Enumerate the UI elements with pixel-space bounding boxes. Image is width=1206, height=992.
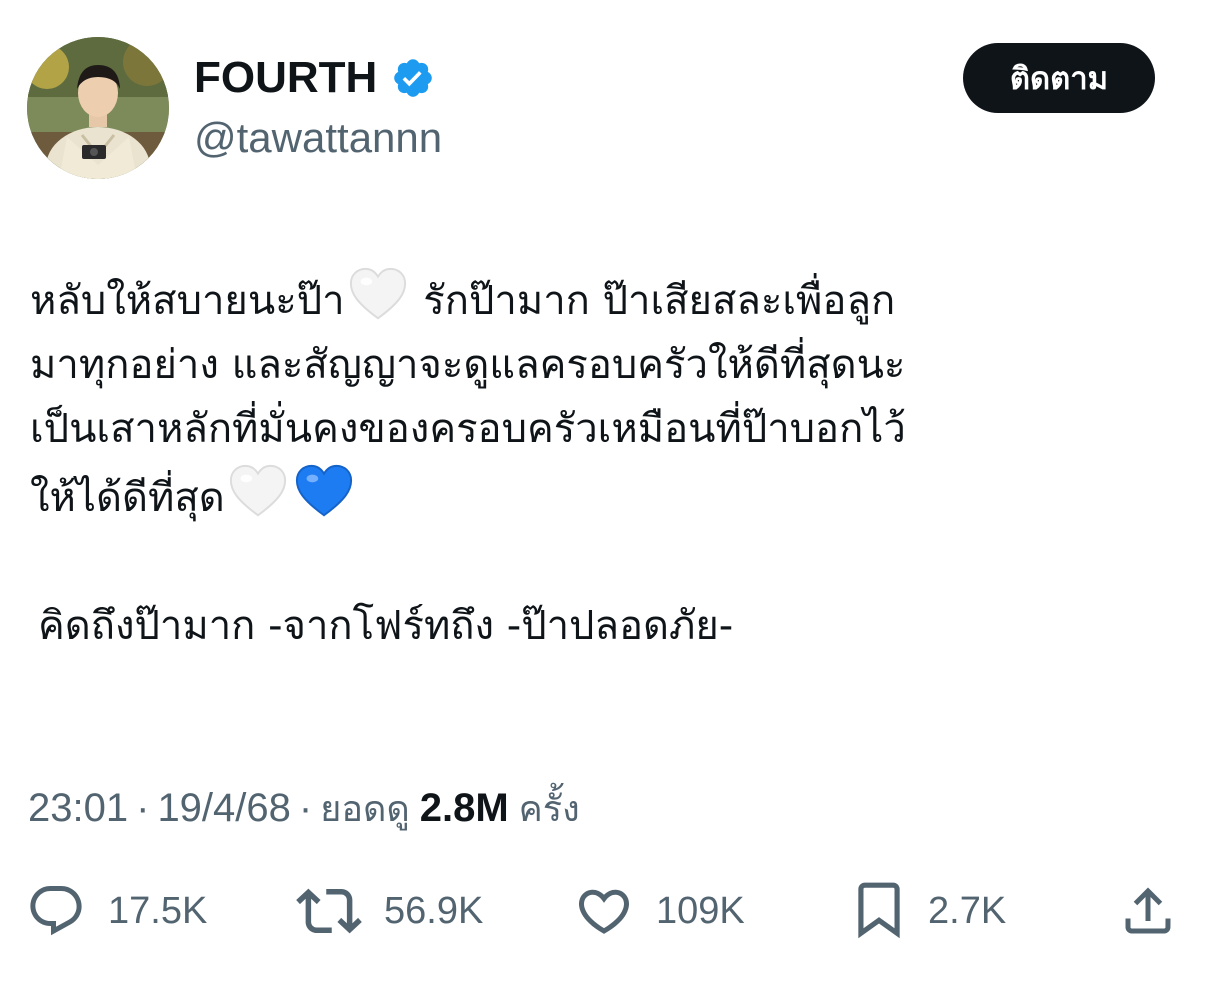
tweet-card: FOURTH @tawattannn ติดตาม หลับให้สบายนะป…	[0, 0, 1206, 992]
name-row: FOURTH	[194, 50, 435, 106]
share-icon	[1118, 881, 1178, 941]
verified-badge-icon	[391, 56, 435, 100]
tweet-text: หลับให้สบายนะป๊า รักป๊ามาก ป๊าเสียสละเพื…	[30, 264, 1180, 658]
retweet-button[interactable]: 56.9K	[296, 880, 483, 942]
white-heart-icon	[227, 461, 289, 523]
tweet-text-segment: ให้ได้ดีที่สุด	[30, 475, 225, 521]
like-button[interactable]: 109K	[574, 880, 745, 942]
tweet-line-1: หลับให้สบายนะป๊า รักป๊ามาก ป๊าเสียสละเพื…	[30, 264, 1180, 333]
reply-button[interactable]: 17.5K	[26, 880, 207, 942]
white-heart-icon	[347, 264, 409, 326]
tweet-text-segment: รักป๊ามาก ป๊าเสียสละเพื่อลูก	[410, 278, 896, 324]
like-count: 109K	[656, 889, 745, 932]
follow-button[interactable]: ติดตาม	[963, 43, 1155, 113]
tweet-line-3: เป็นเสาหลักที่มั่นคงของครอบครัวเหมือนที่…	[30, 406, 906, 452]
views-label: ยอดดู	[320, 788, 410, 830]
retweet-icon	[296, 878, 362, 944]
blue-heart-icon	[293, 461, 355, 523]
reply-icon	[26, 881, 86, 941]
tweet-line-2: มาทุกอย่าง และสัญญาจะดูแลครอบครัวให้ดีที…	[30, 342, 906, 388]
share-button[interactable]	[1118, 880, 1178, 942]
bookmark-icon	[852, 880, 906, 942]
views-suffix: ครั้ง	[518, 788, 580, 830]
meta-separator: ·	[136, 785, 150, 830]
avatar[interactable]	[27, 37, 169, 179]
tweet-meta: 23:01 · 19/4/68 · ยอดดู 2.8M ครั้ง	[28, 782, 580, 834]
views-count[interactable]: 2.8M	[420, 786, 509, 831]
tweet-line-4: ให้ได้ดีที่สุด	[30, 461, 1180, 530]
tweet-signature: คิดถึงป๊ามาก -จากโฟร์ทถึง -ป๊าปลอดภัย-	[38, 603, 734, 649]
tweet-time[interactable]: 23:01	[28, 786, 128, 831]
retweet-count: 56.9K	[384, 889, 484, 932]
bookmark-count: 2.7K	[928, 889, 1007, 932]
reply-count: 17.5K	[108, 889, 208, 932]
tweet-text-segment: หลับให้สบายนะป๊า	[30, 278, 345, 324]
tweet-date[interactable]: 19/4/68	[157, 786, 290, 831]
heart-icon	[574, 881, 634, 941]
display-name[interactable]: FOURTH	[194, 53, 377, 103]
bookmark-button[interactable]: 2.7K	[852, 880, 1006, 942]
user-handle[interactable]: @tawattannn	[194, 114, 442, 162]
meta-separator: ·	[298, 785, 313, 830]
